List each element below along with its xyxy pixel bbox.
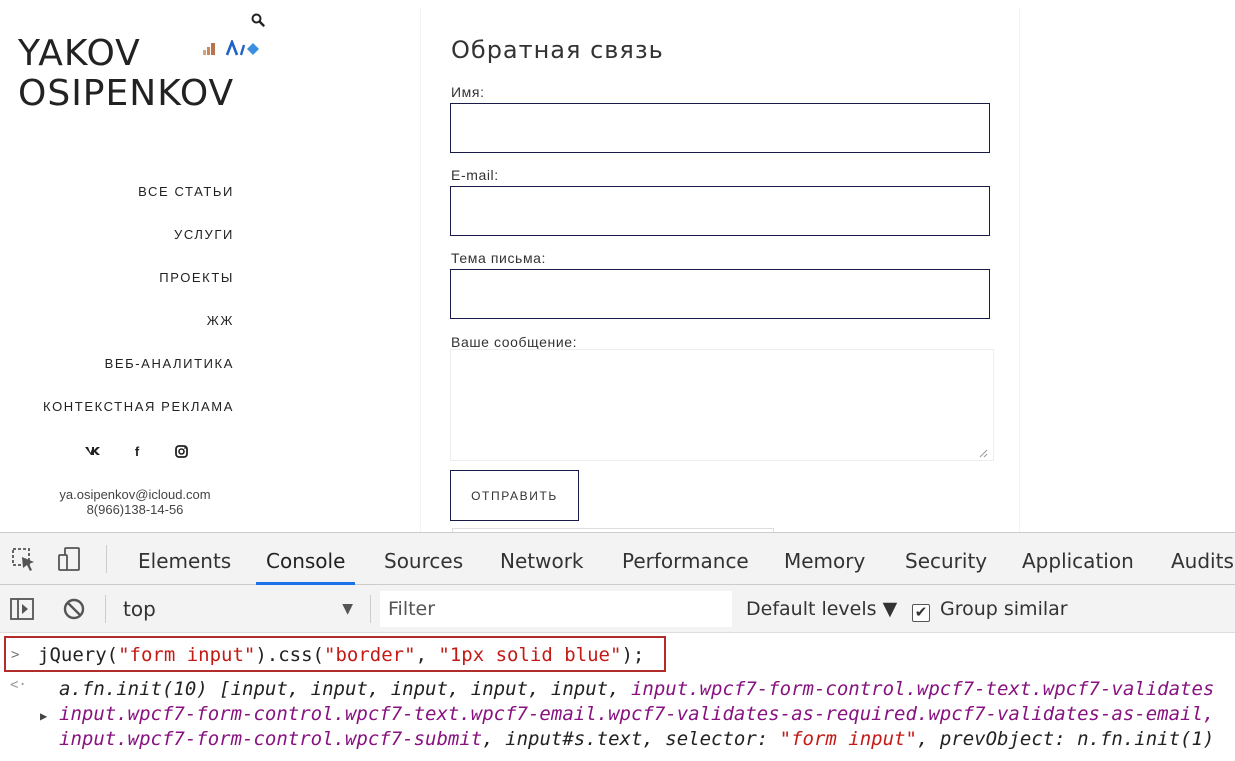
output-line-3-plain-a: , input#s.text, selector:: [482, 728, 780, 750]
tab-network[interactable]: Network: [500, 533, 584, 585]
form-title: Обратная связь: [451, 36, 664, 64]
cmd-comma: ,: [415, 644, 439, 666]
toolbar-divider: [370, 595, 371, 623]
message-textarea[interactable]: [450, 349, 994, 461]
nav-item-all-articles[interactable]: ВСЕ СТАТЬИ: [0, 174, 234, 217]
output-line-2-class: input.wpcf7-form-control.wpcf7-text.wpcf…: [59, 703, 1215, 725]
vk-icon[interactable]: [82, 441, 104, 461]
resize-grip-icon[interactable]: [978, 448, 988, 458]
filter-input[interactable]: [380, 591, 732, 627]
toolbar-divider: [105, 595, 106, 623]
tab-audits[interactable]: Audits: [1171, 533, 1234, 585]
name-field[interactable]: [450, 103, 990, 153]
devtools-tab-bar: Elements Console Sources Network Perform…: [0, 533, 1235, 585]
device-toolbar-icon[interactable]: [56, 545, 84, 573]
cmd-property: "border": [324, 644, 416, 666]
dropdown-arrow-icon: ▼: [342, 601, 353, 617]
contact-email[interactable]: ya.osipenkov@icloud.com: [30, 487, 240, 502]
context-value: top: [123, 597, 156, 621]
tab-elements[interactable]: Elements: [138, 533, 231, 585]
nav-item-projects[interactable]: ПРОЕКТЫ: [0, 260, 234, 303]
logo-line-2: OSIPENKOV: [18, 73, 235, 114]
output-line-3-selector: "form input": [779, 728, 917, 750]
nav-item-contextual-ads[interactable]: КОНТЕКСТНАЯ РЕКЛАМА: [0, 389, 234, 432]
expand-arrow-icon[interactable]: ▶: [40, 709, 47, 723]
output-line-1[interactable]: a.fn.init(10) [input, input, input, inpu…: [59, 677, 1214, 701]
submit-button[interactable]: ОТПРАВИТЬ: [450, 470, 579, 521]
console-toolbar: top ▼ Default levels ▼ ✔ Group similar: [0, 585, 1235, 633]
cmd-prefix: jQuery(: [38, 644, 119, 666]
email-field[interactable]: [450, 186, 990, 236]
website-viewport: YAKOV OSIPENKOV ВСЕ СТАТЬИ УСЛУГИ ПРОЕКТ…: [0, 0, 1235, 532]
toolbar-divider: [106, 545, 107, 573]
output-return-icon: <·: [10, 677, 27, 693]
subject-field[interactable]: [450, 269, 990, 319]
cmd-value: "1px solid blue": [438, 644, 622, 666]
search-icon[interactable]: [250, 12, 266, 28]
tab-security[interactable]: Security: [905, 533, 987, 585]
console-command[interactable]: jQuery("form input").css("border", "1px …: [38, 643, 644, 667]
email-label: E-mail:: [451, 167, 499, 183]
instagram-icon[interactable]: [170, 441, 192, 461]
output-line-3-class: input.wpcf7-form-control.wpcf7-submit: [59, 728, 483, 750]
main-navigation: ВСЕ СТАТЬИ УСЛУГИ ПРОЕКТЫ ЖЖ ВЕБ-АНАЛИТИ…: [0, 174, 234, 432]
tab-console[interactable]: Console: [256, 533, 356, 585]
logo-mark-icon: [203, 40, 259, 56]
name-label: Имя:: [451, 84, 485, 100]
output-line-1-plain: a.fn.init(10) [input, input, input, inpu…: [59, 678, 631, 700]
tab-memory[interactable]: Memory: [784, 533, 865, 585]
cmd-middle: ).css(: [255, 644, 324, 666]
nav-item-services[interactable]: УСЛУГИ: [0, 217, 234, 260]
context-selector[interactable]: top ▼: [117, 594, 357, 624]
show-sidebar-icon[interactable]: [8, 595, 36, 623]
output-line-3-plain-b: , prevObject: n.fn.init(1): [916, 728, 1215, 750]
cmd-selector: "form input": [118, 644, 256, 666]
cmd-suffix: );: [621, 644, 645, 666]
subject-label: Тема письма:: [451, 250, 547, 266]
output-line-2[interactable]: input.wpcf7-form-control.wpcf7-text.wpcf…: [59, 702, 1214, 726]
nav-item-livejournal[interactable]: ЖЖ: [0, 303, 234, 346]
clear-console-icon[interactable]: [60, 595, 88, 623]
social-links: f: [82, 440, 192, 462]
message-label: Ваше сообщение:: [451, 334, 578, 350]
devtools-panel: Elements Console Sources Network Perform…: [0, 532, 1235, 761]
tab-sources[interactable]: Sources: [384, 533, 463, 585]
group-similar-toggle[interactable]: ✔ Group similar: [912, 594, 1068, 624]
group-similar-checkbox[interactable]: ✔: [912, 604, 930, 622]
group-similar-label: Group similar: [940, 598, 1068, 620]
facebook-icon[interactable]: f: [126, 441, 148, 461]
tab-performance[interactable]: Performance: [622, 533, 749, 585]
inspect-element-icon[interactable]: [10, 545, 38, 573]
contact-info: ya.osipenkov@icloud.com 8(966)138-14-56: [30, 487, 240, 517]
input-prompt-icon: >: [11, 647, 20, 663]
console-output: > jQuery("form input").css("border", "1p…: [0, 633, 1235, 761]
tab-application[interactable]: Application: [1022, 533, 1134, 585]
contact-phone: 8(966)138-14-56: [86, 502, 184, 517]
nav-item-web-analytics[interactable]: ВЕБ-АНАЛИТИКА: [0, 346, 234, 389]
output-line-3[interactable]: input.wpcf7-form-control.wpcf7-submit, i…: [59, 727, 1214, 751]
log-levels-dropdown[interactable]: Default levels ▼: [746, 594, 897, 624]
output-line-1-class: input.wpcf7-form-control.wpcf7-text.wpcf…: [630, 678, 1215, 700]
